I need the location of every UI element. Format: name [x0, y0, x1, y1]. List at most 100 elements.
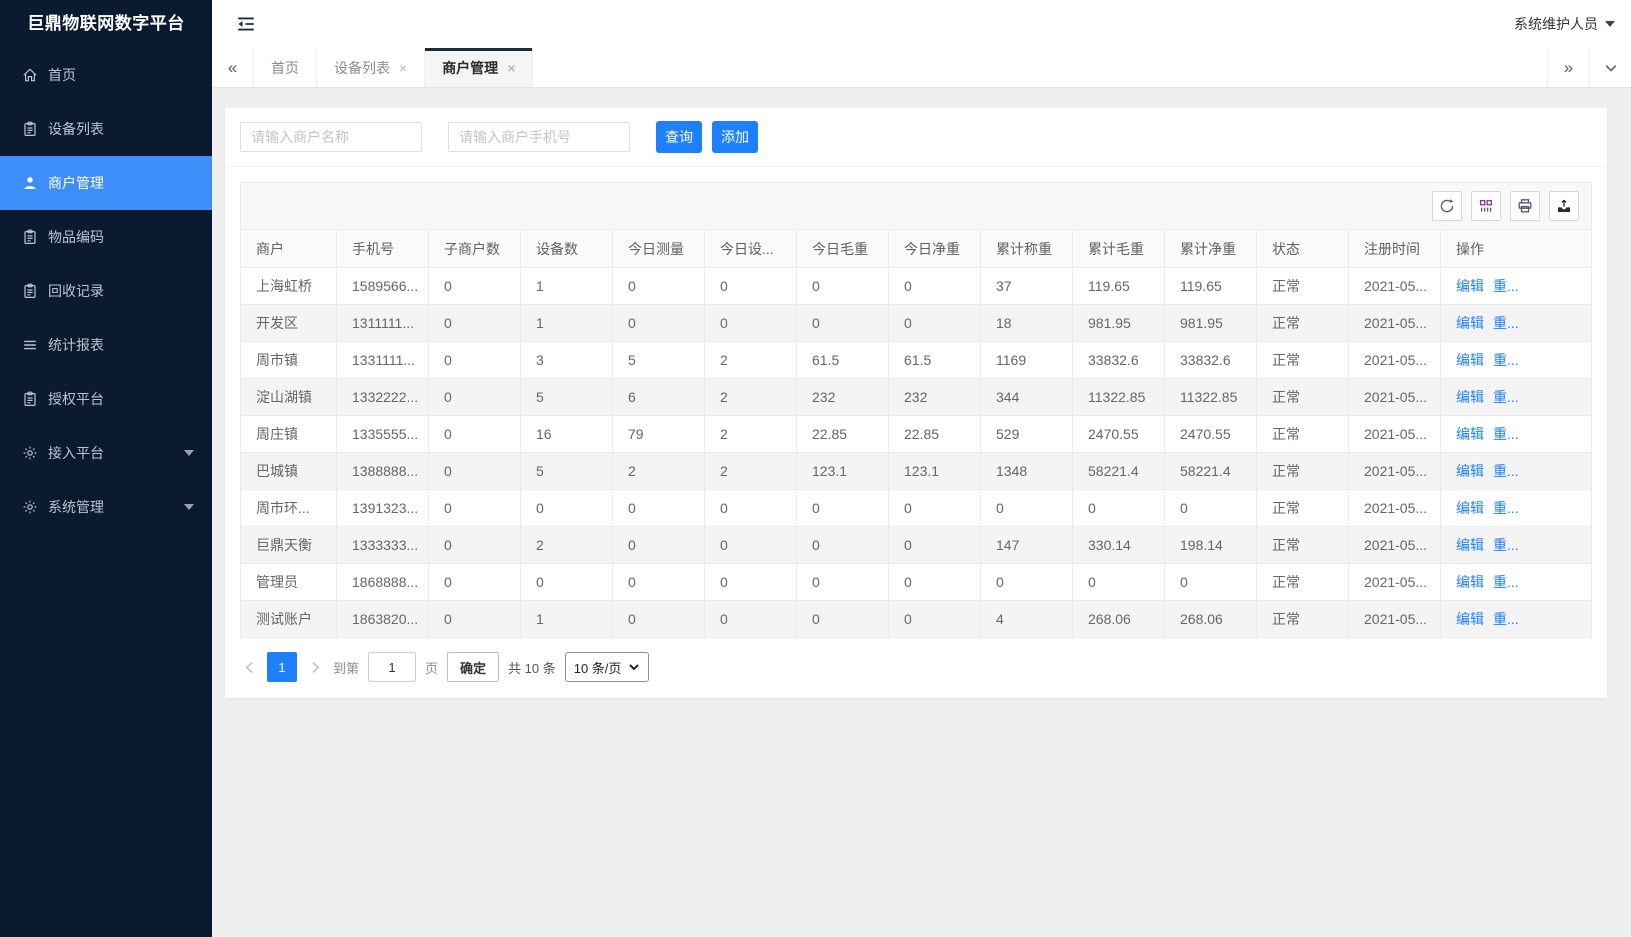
table-cell: 0	[444, 352, 452, 368]
print-button[interactable]	[1510, 191, 1540, 221]
table-cell: 5	[628, 352, 636, 368]
goto-confirm-button[interactable]: 确定	[447, 652, 499, 682]
table-cell: 2	[720, 426, 728, 442]
table-cell: 344	[996, 389, 1019, 405]
table-cell: 198.14	[1180, 537, 1223, 553]
close-icon[interactable]: ×	[507, 61, 515, 75]
table-cell: 0	[1180, 500, 1188, 516]
column-today-net: 今日净重	[889, 230, 981, 268]
sidebar-item-merchant-management[interactable]: 商户管理	[0, 156, 212, 210]
report-icon	[22, 337, 38, 353]
reset-password-link[interactable]: 重...	[1493, 463, 1519, 479]
edit-link[interactable]: 编辑	[1456, 574, 1484, 590]
tab-home[interactable]: 首页	[254, 48, 317, 87]
table-cell: 正常	[1272, 500, 1300, 516]
next-page-button[interactable]	[306, 653, 324, 681]
tabs-scroll-left-button[interactable]: «	[212, 48, 254, 87]
table-cell: 巴城镇	[256, 463, 298, 479]
sidebar-item-item-code[interactable]: 物品编码	[0, 210, 212, 264]
merchant-name-input[interactable]	[240, 122, 422, 152]
tab-label: 商户管理	[442, 58, 498, 78]
user-menu[interactable]: 系统维护人员	[1514, 14, 1615, 34]
table-cell: 529	[996, 426, 1019, 442]
table-cell: 119.65	[1180, 278, 1222, 294]
tab-merchant-management[interactable]: 商户管理 ×	[425, 48, 533, 87]
refresh-button[interactable]	[1432, 191, 1462, 221]
column-today-device: 今日设...	[705, 230, 797, 268]
tabs-menu-button[interactable]	[1589, 48, 1631, 87]
authorize-icon	[22, 391, 38, 407]
column-today-measure: 今日测量	[613, 230, 705, 268]
sidebar-item-device-list[interactable]: 设备列表	[0, 102, 212, 156]
table-cell: 119.65	[1088, 278, 1130, 294]
sidebar-item-home[interactable]: 首页	[0, 48, 212, 102]
table-cell: 2021-05...	[1364, 611, 1427, 627]
table-cell: 2021-05...	[1364, 278, 1427, 294]
add-button[interactable]: 添加	[712, 121, 758, 153]
edit-link[interactable]: 编辑	[1456, 352, 1484, 368]
sidebar-item-recycle-records[interactable]: 回收记录	[0, 264, 212, 318]
sidebar-item-access-platform[interactable]: 接入平台	[0, 426, 212, 480]
edit-link[interactable]: 编辑	[1456, 389, 1484, 405]
table-cell: 0	[720, 537, 728, 553]
table-cell: 0	[720, 500, 728, 516]
table-cell: 开发区	[256, 315, 298, 331]
table-row: 巨鼎天衡 1333333... 0 2 0 0 0 0 147 330.14 1…	[241, 527, 1592, 564]
table-cell: 1169	[996, 352, 1026, 368]
table-cell: 0	[812, 315, 820, 331]
sidebar-item-statistics-report[interactable]: 统计报表	[0, 318, 212, 372]
table-cell: 1333333...	[352, 537, 418, 553]
current-page[interactable]: 1	[267, 652, 297, 682]
tabs-scroll-right-button[interactable]: »	[1547, 48, 1589, 87]
reset-password-link[interactable]: 重...	[1493, 352, 1519, 368]
table-cell: 2470.55	[1088, 426, 1139, 442]
table-cell: 0	[628, 537, 636, 553]
edit-link[interactable]: 编辑	[1456, 315, 1484, 331]
table-cell: 0	[536, 574, 544, 590]
edit-link[interactable]: 编辑	[1456, 278, 1484, 294]
table-cell: 268.06	[1088, 611, 1131, 627]
table-cell: 1391323...	[352, 500, 418, 516]
prev-page-button[interactable]	[240, 653, 258, 681]
goto-page-input[interactable]	[368, 652, 416, 682]
page-size-select[interactable]: 10 条/页	[565, 652, 650, 682]
search-buttons: 查询 添加	[656, 121, 758, 153]
table-cell: 0	[904, 278, 912, 294]
reset-password-link[interactable]: 重...	[1493, 611, 1519, 627]
query-button[interactable]: 查询	[656, 121, 702, 153]
table-cell: 0	[812, 278, 820, 294]
column-merchant: 商户	[241, 230, 337, 268]
edit-link[interactable]: 编辑	[1456, 500, 1484, 516]
table-cell: 2	[536, 537, 544, 553]
reset-password-link[interactable]: 重...	[1493, 537, 1519, 553]
table-cell: 0	[812, 537, 820, 553]
sidebar-collapse-button[interactable]	[236, 14, 258, 34]
table-cell: 正常	[1272, 537, 1300, 553]
merchant-phone-input[interactable]	[448, 122, 630, 152]
reset-password-link[interactable]: 重...	[1493, 500, 1519, 516]
recycle-record-icon	[22, 283, 38, 299]
tab-device-list[interactable]: 设备列表 ×	[317, 48, 425, 87]
table-cell: 0	[904, 315, 912, 331]
reset-password-link[interactable]: 重...	[1493, 426, 1519, 442]
table-area: 商户 手机号 子商户数 设备数 今日测量 今日设... 今日毛重 今日净重 累计…	[225, 167, 1607, 698]
sidebar-item-authorize-platform[interactable]: 授权平台	[0, 372, 212, 426]
collapse-icon	[236, 15, 256, 33]
export-button[interactable]	[1549, 191, 1579, 221]
reset-password-link[interactable]: 重...	[1493, 278, 1519, 294]
close-icon[interactable]: ×	[399, 61, 407, 75]
column-settings-button[interactable]	[1471, 191, 1501, 221]
edit-link[interactable]: 编辑	[1456, 426, 1484, 442]
edit-link[interactable]: 编辑	[1456, 463, 1484, 479]
table-cell: 58221.4	[1088, 463, 1139, 479]
table-cell: 3	[536, 352, 544, 368]
sidebar-item-system-management[interactable]: 系统管理	[0, 480, 212, 534]
edit-link[interactable]: 编辑	[1456, 537, 1484, 553]
table-cell: 1311111...	[352, 315, 414, 331]
reset-password-link[interactable]: 重...	[1493, 389, 1519, 405]
table-row: 开发区 1311111... 0 1 0 0 0 0 18 981.95 981…	[241, 305, 1592, 342]
edit-link[interactable]: 编辑	[1456, 611, 1484, 627]
reset-password-link[interactable]: 重...	[1493, 315, 1519, 331]
reset-password-link[interactable]: 重...	[1493, 574, 1519, 590]
column-sub-merchants: 子商户数	[429, 230, 521, 268]
